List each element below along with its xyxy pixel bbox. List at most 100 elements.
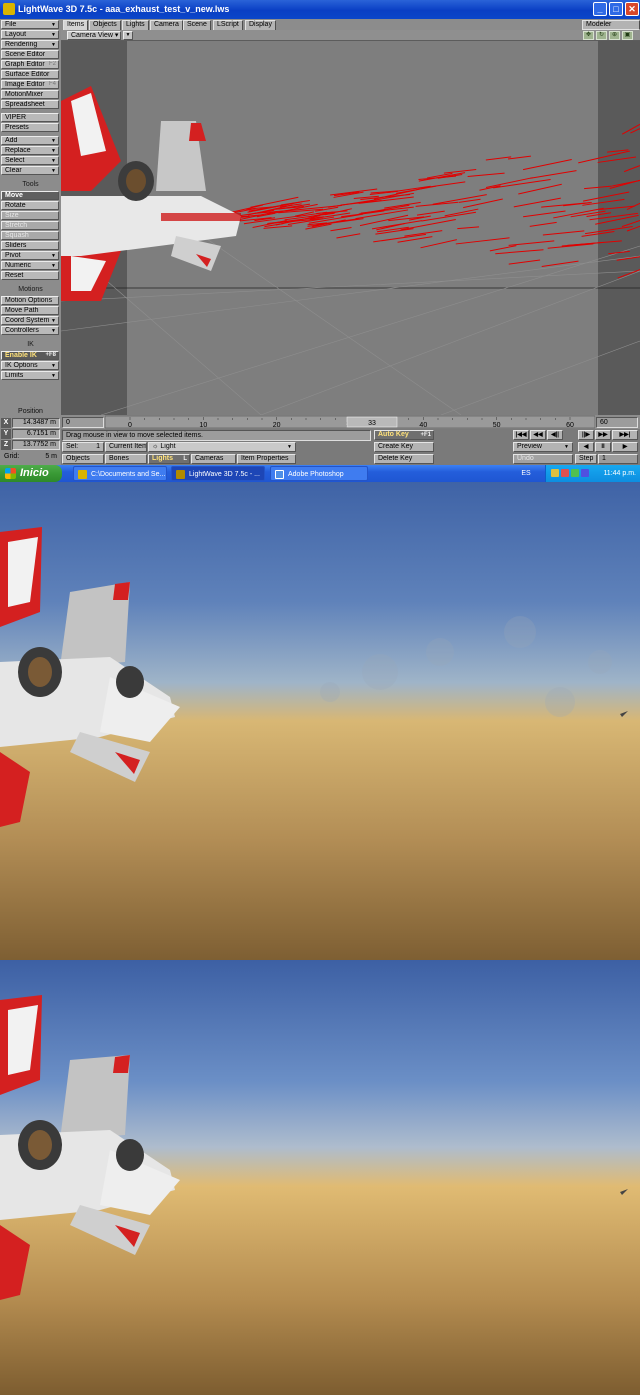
- squash-tool[interactable]: Squash: [1, 231, 59, 240]
- viewport-zoom-icon[interactable]: ⊕: [609, 31, 620, 40]
- previous-key-button[interactable]: ◀◀: [530, 430, 546, 440]
- tray-app-icon[interactable]: [561, 469, 569, 477]
- step-field[interactable]: 1: [598, 454, 638, 464]
- scene-editor-button[interactable]: Scene Editor: [1, 50, 59, 59]
- cameras-button[interactable]: Cameras: [191, 454, 236, 464]
- tab-camera[interactable]: Camera: [150, 20, 183, 30]
- left-toolbar: File Layout Rendering Scene Editor Graph…: [0, 19, 61, 465]
- close-button[interactable]: ✕: [625, 2, 639, 16]
- graph-editor-button[interactable]: Graph Editor F2: [1, 60, 59, 69]
- timeline-tick-label: 0: [128, 422, 132, 429]
- ik-options-menu[interactable]: IK Options: [1, 361, 59, 370]
- presets-button[interactable]: Presets: [1, 123, 59, 132]
- current-item-dropdown[interactable]: ☼ Light ▼: [148, 442, 296, 452]
- tray-app-icon[interactable]: [571, 469, 579, 477]
- motion-options-button[interactable]: Motion Options: [1, 296, 59, 305]
- menu-select[interactable]: Select: [1, 156, 59, 165]
- delete-key-button[interactable]: Delete Key: [374, 454, 434, 464]
- numeric-menu[interactable]: Numeric: [1, 261, 59, 270]
- maximize-button[interactable]: □: [609, 2, 623, 16]
- motions-heading: Motions: [18, 286, 43, 293]
- timeline-start-field[interactable]: 0: [62, 417, 104, 428]
- previous-frame-button[interactable]: ◀||: [547, 430, 563, 440]
- tab-scene[interactable]: Scene: [183, 20, 211, 30]
- go-to-end-button[interactable]: ▶▶|: [612, 430, 638, 440]
- auto-key-button[interactable]: Auto Key +F1: [374, 430, 434, 440]
- language-indicator[interactable]: ES: [512, 465, 540, 482]
- preview-dropdown[interactable]: Preview ▼: [513, 442, 573, 452]
- viewport-move-icon[interactable]: ✥: [583, 31, 594, 40]
- taskbar-item-photoshop[interactable]: Adobe Photoshop: [270, 466, 368, 481]
- viewport-rotate-icon[interactable]: ↻: [596, 31, 607, 40]
- lightwave-app-icon[interactable]: [3, 3, 15, 15]
- lightwave-window: LightWave 3D 7.5c - aaa_exhaust_test_v_n…: [0, 0, 640, 465]
- grid-size-field[interactable]: Grid: 5 m: [1, 452, 60, 462]
- position-y-value[interactable]: 6.7151 m: [12, 429, 60, 439]
- objects-button[interactable]: Objects: [62, 454, 104, 464]
- viper-button[interactable]: VIPER: [1, 113, 59, 122]
- tab-display[interactable]: Display: [245, 20, 276, 30]
- position-y-field[interactable]: Y 6.7151 m: [1, 429, 60, 439]
- menu-file[interactable]: File: [1, 20, 59, 29]
- start-button[interactable]: Inicio: [0, 465, 62, 482]
- camera-viewport[interactable]: [61, 41, 640, 415]
- title-bar[interactable]: LightWave 3D 7.5c - aaa_exhaust_test_v_n…: [0, 0, 640, 19]
- rotate-tool[interactable]: Rotate: [1, 201, 59, 210]
- menu-replace[interactable]: Replace: [1, 146, 59, 155]
- limits-menu[interactable]: Limits: [1, 371, 59, 380]
- grid-label: Grid:: [4, 453, 20, 460]
- play-forward-button[interactable]: ▶: [612, 442, 638, 452]
- grid-value[interactable]: 5 m: [45, 453, 57, 460]
- menu-rendering[interactable]: Rendering: [1, 40, 59, 49]
- taskbar-item-explorer[interactable]: C:\Documents and Se...: [73, 466, 167, 481]
- tab-lscript[interactable]: LScript: [213, 20, 243, 30]
- menu-add[interactable]: Add: [1, 136, 59, 145]
- play-reverse-button[interactable]: ◀: [578, 442, 594, 452]
- position-x-value[interactable]: 14.3487 m: [12, 418, 60, 428]
- windows-logo-icon: [5, 468, 16, 479]
- tab-items[interactable]: Items: [63, 20, 89, 30]
- minimize-button[interactable]: _: [593, 2, 607, 16]
- controllers-menu[interactable]: Controllers: [1, 326, 59, 335]
- create-key-button[interactable]: Create Key: [374, 442, 434, 452]
- position-z-value[interactable]: 13.7752 m: [12, 440, 60, 450]
- bones-button[interactable]: Bones: [105, 454, 147, 464]
- go-to-start-button[interactable]: |◀◀: [513, 430, 529, 440]
- lights-button[interactable]: Lights L: [148, 454, 190, 464]
- timeline-ruler[interactable]: 0102030405060 33: [105, 415, 595, 429]
- lightwave-icon: [176, 470, 185, 479]
- view-options-dropdown[interactable]: ▼: [123, 31, 133, 40]
- position-z-field[interactable]: Z 13.7752 m: [1, 440, 60, 450]
- next-key-button[interactable]: ▶▶: [595, 430, 611, 440]
- pivot-menu[interactable]: Pivot: [1, 251, 59, 260]
- move-tool[interactable]: Move: [1, 191, 59, 200]
- stretch-tool[interactable]: Stretch: [1, 221, 59, 230]
- taskbar-item-lightwave[interactable]: LightWave 3D 7.5c - ...: [171, 466, 265, 481]
- spreadsheet-button[interactable]: Spreadsheet: [1, 100, 59, 109]
- size-tool[interactable]: Size: [1, 211, 59, 220]
- enable-ik-button[interactable]: Enable IK +F8: [1, 351, 59, 360]
- sliders-button[interactable]: Sliders: [1, 241, 59, 250]
- coord-system-menu[interactable]: Coord System: [1, 316, 59, 325]
- next-frame-button[interactable]: ||▶: [578, 430, 594, 440]
- menu-clear[interactable]: Clear: [1, 166, 59, 175]
- view-mode-dropdown[interactable]: Camera View ▾: [67, 31, 121, 40]
- undo-button[interactable]: Undo: [513, 454, 573, 464]
- image-editor-button[interactable]: Image Editor F4: [1, 80, 59, 89]
- system-tray: 11:44 p.m.: [545, 465, 640, 482]
- reset-button[interactable]: Reset: [1, 271, 59, 280]
- move-path-button[interactable]: Move Path: [1, 306, 59, 315]
- motion-mixer-button[interactable]: MotionMixer: [1, 90, 59, 99]
- tab-objects[interactable]: Objects: [89, 20, 121, 30]
- pause-button[interactable]: II: [595, 442, 611, 452]
- surface-editor-button[interactable]: Surface Editor: [1, 70, 59, 79]
- tray-app-icon[interactable]: [551, 469, 559, 477]
- timeline-end-field[interactable]: 60: [596, 417, 638, 428]
- menu-layout[interactable]: Layout: [1, 30, 59, 39]
- viewport-maximize-icon[interactable]: ▣: [622, 31, 633, 40]
- position-x-field[interactable]: X 14.3487 m: [1, 418, 60, 428]
- modeler-button[interactable]: Modeler: [582, 20, 640, 30]
- tab-lights[interactable]: Lights: [122, 20, 149, 30]
- item-properties-button[interactable]: Item Properties: [237, 454, 296, 464]
- tray-app-icon[interactable]: [581, 469, 589, 477]
